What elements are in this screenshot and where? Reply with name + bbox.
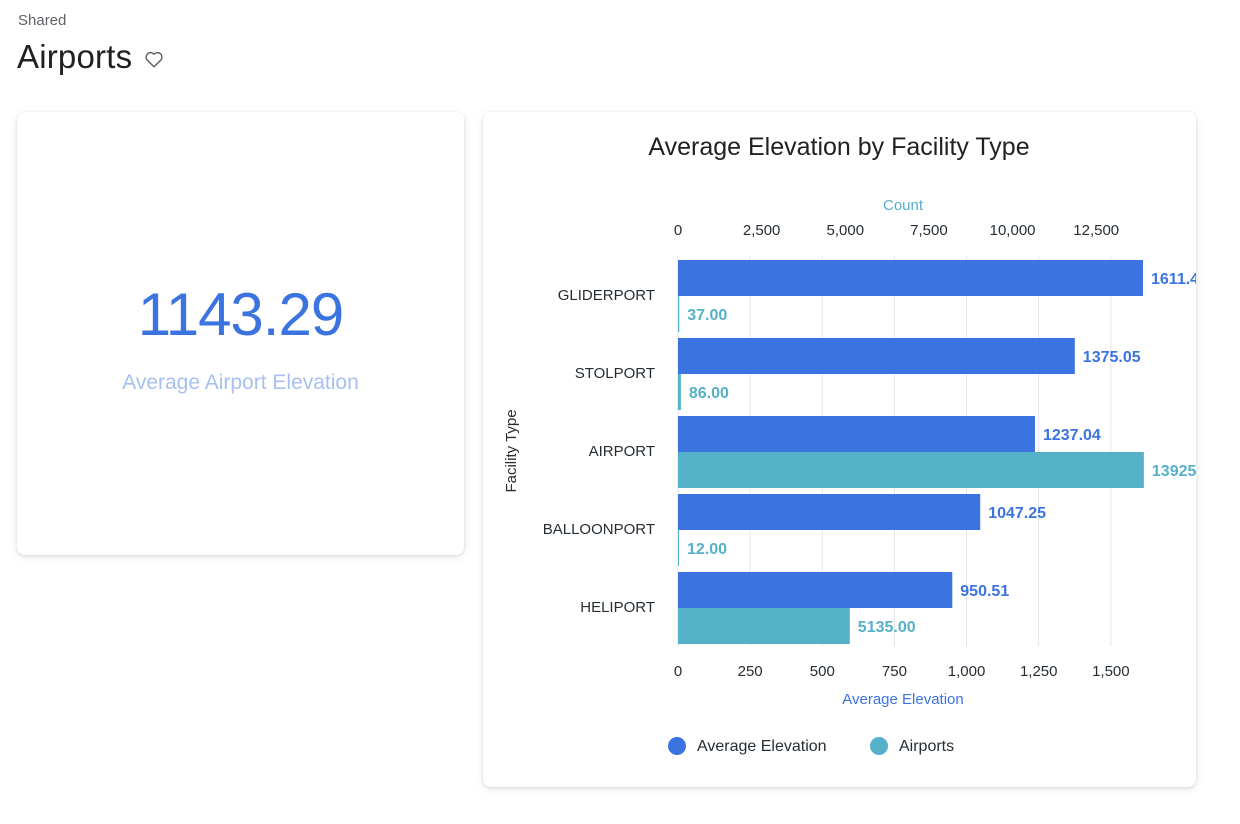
breadcrumb[interactable]: Shared [18, 12, 66, 29]
top-axis-tick-label: 10,000 [990, 222, 1036, 239]
elevation-bar [678, 260, 1144, 296]
count-bar [678, 530, 679, 566]
heart-icon[interactable] [144, 50, 164, 68]
chart-title: Average Elevation by Facility Type [648, 133, 1029, 161]
count-bar [678, 296, 680, 332]
elevation-bar [678, 416, 1035, 452]
top-axis-tick-label: 7,500 [910, 222, 948, 239]
elevation-value-label: 1375.05 [1083, 349, 1141, 366]
elevation-value-label: 1237.04 [1043, 427, 1101, 444]
elevation-bar [678, 572, 953, 608]
elevation-value-label: 950.51 [960, 583, 1009, 600]
count-bar [678, 452, 1144, 488]
elevation-bar [678, 494, 981, 530]
title-row: Airports [17, 38, 164, 76]
bottom-axis-tick-label: 500 [810, 663, 835, 680]
kpi-value: 1143.29 [137, 281, 344, 348]
category-label: BALLOONPORT [543, 521, 655, 538]
bottom-axis-tick-label: 250 [738, 663, 763, 680]
legend-swatch [668, 737, 686, 755]
count-value-label: 86.00 [689, 385, 729, 402]
category-label: GLIDERPORT [558, 287, 655, 304]
bottom-axis-tick-label: 1,500 [1092, 663, 1130, 680]
top-axis-title: Count [883, 197, 924, 214]
bottom-axis-title: Average Elevation [842, 691, 963, 708]
category-label: STOLPORT [575, 365, 655, 382]
chart-card[interactable]: Average Elevation by Facility Type Count 0… [483, 112, 1196, 787]
page-title: Airports [17, 38, 133, 75]
bottom-axis-tick-label: 750 [882, 663, 907, 680]
elevation-value-label: 1611.41 [1151, 271, 1196, 288]
category-label: HELIPORT [580, 599, 655, 616]
kpi-label: Average Airport Elevation [122, 371, 359, 394]
category-label: AIRPORT [589, 443, 655, 460]
top-axis-tick-label: 2,500 [743, 222, 781, 239]
count-bar [678, 608, 850, 644]
bottom-axis-tick-label: 0 [674, 663, 682, 680]
count-value-label: 5135.00 [858, 619, 916, 636]
top-axis-tick-label: 12,500 [1073, 222, 1119, 239]
count-value-label: 12.00 [687, 541, 727, 558]
top-axis-tick-label: 0 [674, 222, 682, 239]
count-value-label: 13925.0 [1152, 463, 1196, 480]
top-axis-tick-label: 5,000 [827, 222, 865, 239]
bottom-axis-tick-label: 1,000 [948, 663, 986, 680]
count-bar [678, 374, 681, 410]
bottom-axis-tick-label: 1,250 [1020, 663, 1058, 680]
legend-swatch [870, 737, 888, 755]
legend-label: Average Elevation [697, 738, 827, 755]
kpi-card[interactable]: 1143.29 Average Airport Elevation [17, 112, 464, 555]
elevation-value-label: 1047.25 [988, 505, 1046, 522]
elevation-bar [678, 338, 1075, 374]
count-value-label: 37.00 [687, 307, 727, 324]
bar-chart: Average Elevation by Facility Type Count 0… [503, 133, 1196, 755]
y-axis-title: Facility Type [503, 409, 520, 492]
legend-label: Airports [899, 738, 954, 755]
